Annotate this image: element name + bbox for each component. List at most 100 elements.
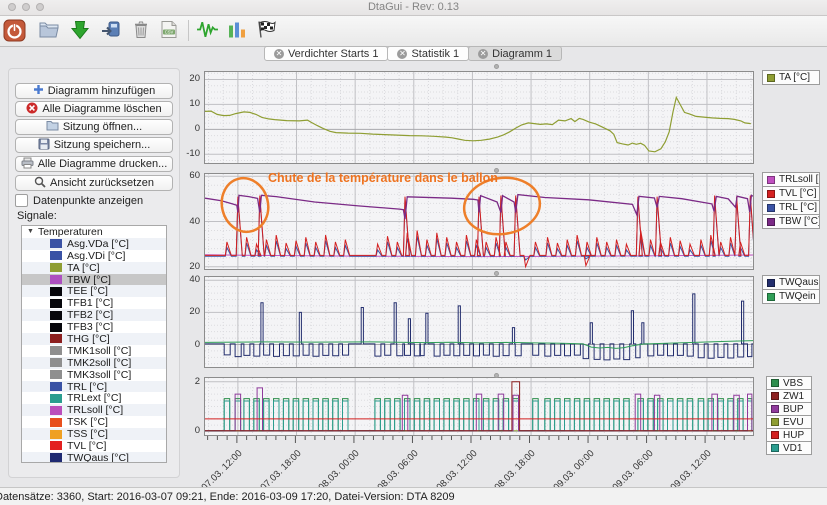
tab-diagramm-1[interactable]: ✕Diagramm 1 [468,46,562,61]
signal-item-ta[interactable]: TA [°C] [22,262,166,274]
tab-statistik-1[interactable]: ✕Statistik 1 [387,46,469,61]
legend-item-hup: HUP [766,428,812,442]
splitter-handle[interactable] [494,64,499,69]
signal-label: Asg.VDi [°C] [67,250,125,262]
toolbar-icon-import[interactable] [100,19,121,45]
tree-node-temperaturen[interactable]: ▼ Temperaturen [22,226,166,238]
legend-color-swatch [771,418,779,426]
sitzung-öffnen-button[interactable]: Sitzung öffnen... [15,119,173,135]
chart-4-plot[interactable] [204,377,754,436]
sitzung-speichern-button[interactable]: Sitzung speichern... [15,137,173,153]
signal-item-asg.vdi[interactable]: Asg.VDi [°C] [22,250,166,262]
zoom-reset-icon [34,176,46,191]
print-icon [21,157,34,172]
title-bar[interactable]: DtaGui - Rev: 0.13 [0,0,827,16]
diagramm-hinzufügen-button[interactable]: Diagramm hinzufügen [15,83,173,99]
signal-color-swatch [50,453,62,462]
plus-icon [33,84,44,98]
tab-close-icon[interactable]: ✕ [397,49,407,59]
app-window: DtaGui - Rev: 0.13 CSV ✕Verdichter Start… [0,0,827,505]
signal-item-asg.vda[interactable]: Asg.VDa [°C] [22,238,166,250]
signal-color-swatch [50,334,62,343]
legend-label: HUP [783,430,804,441]
series-ta [205,97,751,151]
signal-color-swatch [50,370,62,379]
splitter-handle[interactable] [494,168,499,173]
ansicht-zurücksetzen-button[interactable]: Ansicht zurücksetzen [15,175,173,191]
signal-label: TMK1soll [°C] [67,345,131,357]
legend-item-twqein: TWQein [°C] [762,289,820,304]
tab-close-icon[interactable]: ✕ [478,49,488,59]
alle-diagramme-löschen-button[interactable]: Alle Diagramme löschen [15,101,173,117]
tree-root-label: Temperaturen [38,226,103,238]
legend-item-ta: TA [°C] [762,70,820,85]
alle-diagramme-drucken-button[interactable]: Alle Diagramme drucken... [15,156,173,172]
chart-2-plot[interactable] [204,173,754,270]
splitter-handle[interactable] [494,271,499,276]
tree-expand-icon[interactable]: ▼ [27,228,34,235]
tab-close-icon[interactable]: ✕ [274,49,284,59]
signal-label: TRLext [°C] [67,392,121,404]
signals-label: Signale: [17,210,57,222]
signal-item-thg[interactable]: THG [°C] [22,333,166,345]
y-axis-tick-label: 10 [168,98,200,109]
toolbar-icon-download[interactable] [70,19,90,45]
tab-verdichter-starts-1[interactable]: ✕Verdichter Starts 1 [264,46,389,61]
y-axis-tick-label: 20 [168,306,200,317]
legend-color-swatch [771,444,779,452]
signal-item-tmk2soll[interactable]: TMK2soll [°C] [22,357,166,369]
signal-label: TRL [°C] [67,381,107,393]
signal-label: TWQaus [°C] [67,452,129,463]
signal-item-twqaus[interactable]: TWQaus [°C] [22,452,166,463]
svg-text:CSV: CSV [165,30,174,35]
chart-3-plot[interactable] [204,276,754,368]
signal-item-tmk3soll[interactable]: TMK3soll [°C] [22,369,166,381]
toolbar-icon-signal-view[interactable] [196,19,219,45]
toolbar-icon-export-csv[interactable]: CSV [160,19,178,45]
chart-1-plot[interactable] [204,71,754,164]
legend-label: BUP [783,404,804,415]
signal-label: TBW [°C] [67,274,111,286]
show-datapoints-checkbox[interactable] [15,194,28,207]
legend-color-swatch [767,218,775,226]
signal-item-tfb3[interactable]: TFB3 [°C] [22,321,166,333]
signal-item-tfb2[interactable]: TFB2 [°C] [22,309,166,321]
toolbar-icon-open-folder[interactable] [38,19,60,45]
signal-item-tmk1soll[interactable]: TMK1soll [°C] [22,345,166,357]
y-axis-tick-label: 0 [168,339,200,350]
legend-color-swatch [771,431,779,439]
signal-color-swatch [50,418,62,427]
save-icon [38,138,50,153]
legend-label: TBW [°C] [779,216,820,227]
signal-item-tfb1[interactable]: TFB1 [°C] [22,297,166,309]
legend-color-swatch [767,204,775,212]
signal-color-swatch [50,441,62,450]
legend-item-tvl: TVL [°C] [762,186,820,201]
signal-item-tee[interactable]: TEE [°C] [22,285,166,297]
chart-2-legend: TRLsoll [°C]TVL [°C]TRL [°C]TBW [°C] [762,173,820,229]
signal-item-tss[interactable]: TSS [°C] [22,428,166,440]
signal-item-tsk[interactable]: TSK [°C] [22,416,166,428]
y-axis-tick-label: 20 [168,261,200,272]
signal-label: TFB1 [°C] [67,297,113,309]
signal-color-swatch [50,358,62,367]
toolbar-icon-chart-view[interactable] [227,19,247,45]
toolbar-icon-finish-flag[interactable] [255,19,277,45]
signal-color-swatch [50,263,62,272]
signal-item-trlext[interactable]: TRLext [°C] [22,392,166,404]
signal-item-tvl[interactable]: TVL [°C] [22,440,166,452]
legend-label: ZW1 [783,391,804,402]
splitter-handle[interactable] [494,373,499,378]
signals-list[interactable]: ▼ TemperaturenAsg.VDa [°C]Asg.VDi [°C]TA … [21,225,167,463]
toolbar-icon-power[interactable] [3,19,26,47]
legend-item-twqaus: TWQaus [°C] [762,275,820,290]
signal-label: TSS [°C] [67,428,108,440]
signal-color-swatch [50,382,62,391]
toolbar-icon-delete[interactable] [131,19,151,45]
signal-item-tbw[interactable]: TBW [°C] [22,274,166,286]
chart-1-legend: TA [°C] [762,71,820,85]
signal-item-trlsoll[interactable]: TRLsoll [°C] [22,404,166,416]
sidebar-panel: Datenpunkte anzeigen Signale: ▼Temperatu… [8,68,180,478]
signal-item-trl[interactable]: TRL [°C] [22,381,166,393]
legend-label: TRL [°C] [779,202,817,213]
